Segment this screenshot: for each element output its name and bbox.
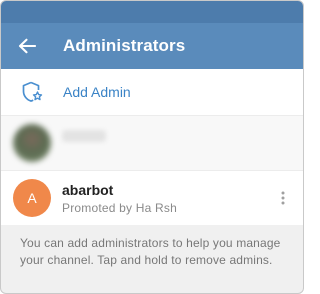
more-vertical-icon [281,191,285,205]
avatar: A [13,179,51,217]
app-bar: Administrators [1,23,303,69]
admin-row-abarbot[interactable]: A abarbot Promoted by Ha Rsh [1,171,303,225]
status-bar [1,1,303,23]
avatar [13,124,51,162]
admin-subtitle: Promoted by Ha Rsh [62,200,177,215]
admin-list: Add Admin A abarbot Promoted by Ha Rsh [1,69,303,225]
back-button[interactable] [1,23,53,69]
add-admin-label: Add Admin [63,84,131,100]
admin-row-blurred[interactable] [1,115,303,171]
shield-star-icon [22,81,43,102]
page-title: Administrators [63,36,186,55]
blurred-name-placeholder [62,130,106,142]
screen-frame: Administrators Add Admin A abarbot Promo… [0,0,304,294]
admin-row-text: abarbot Promoted by Ha Rsh [62,182,177,215]
add-admin-icon-wrap [1,69,63,115]
info-text: You can add administrators to help you m… [20,236,281,267]
arrow-left-icon [18,38,36,54]
add-admin-button[interactable]: Add Admin [1,69,303,115]
more-options-button[interactable] [275,186,291,210]
admin-name: abarbot [62,181,114,198]
